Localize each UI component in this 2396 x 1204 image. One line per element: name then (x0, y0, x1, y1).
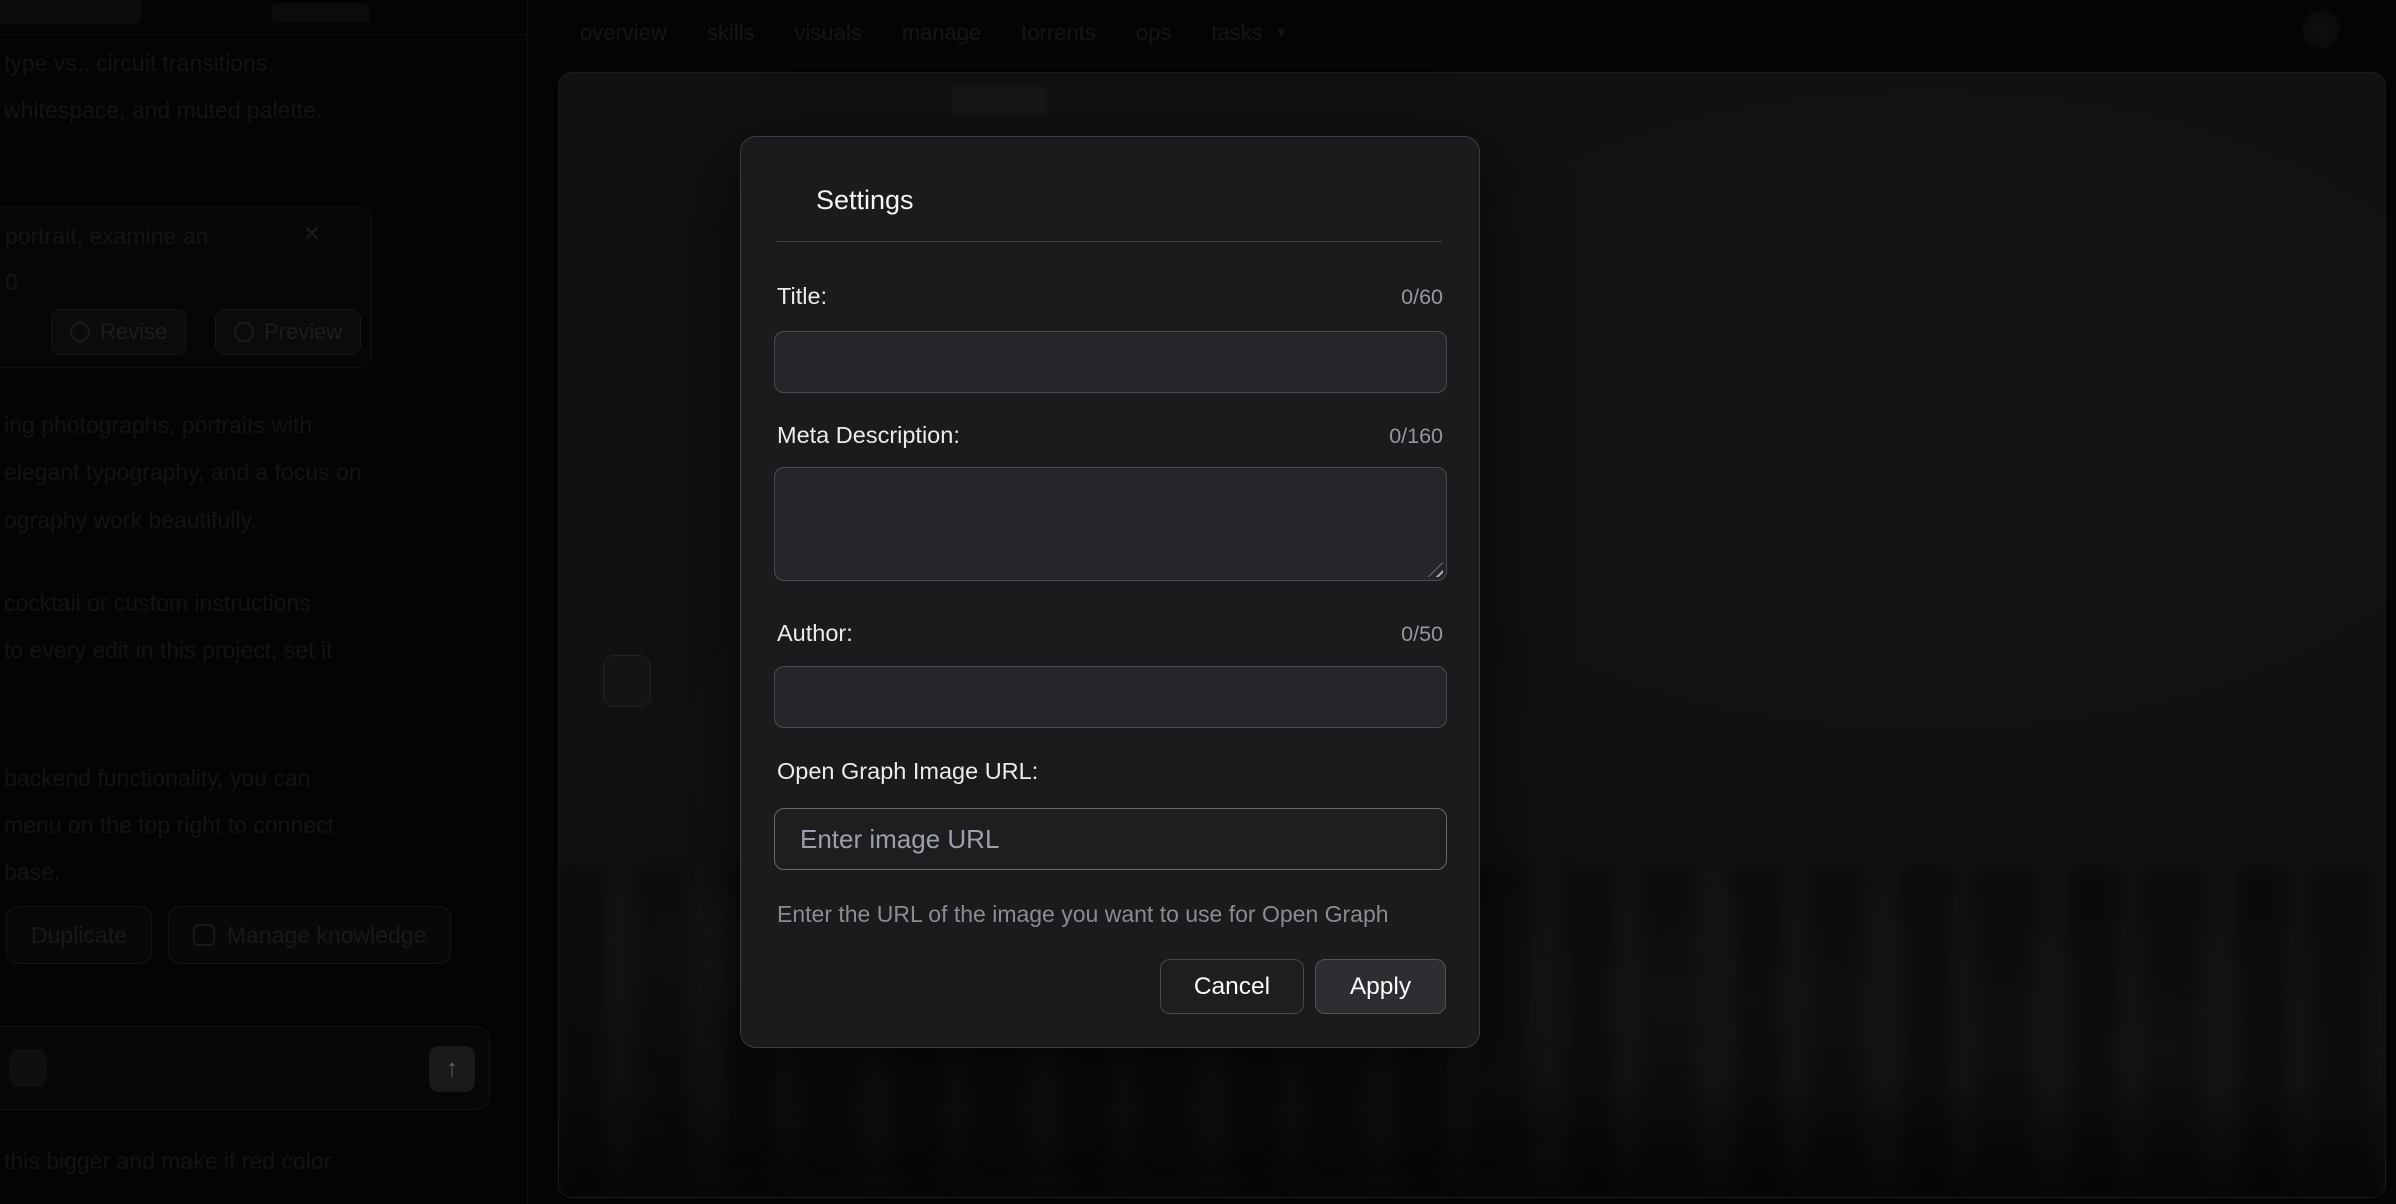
meta-description-label-row: Meta Description: 0/160 (777, 422, 1443, 449)
title-input[interactable] (774, 331, 1447, 393)
meta-description-char-counter: 0/160 (1389, 424, 1443, 449)
modal-button-row: Cancel Apply (1160, 959, 1446, 1014)
og-image-url-input[interactable] (774, 808, 1447, 870)
cancel-button[interactable]: Cancel (1160, 959, 1304, 1014)
title-label: Title: (777, 283, 827, 310)
settings-modal: Settings Title: 0/60 Meta Description: 0… (740, 136, 1480, 1048)
title-label-row: Title: 0/60 (777, 283, 1443, 310)
og-image-url-label: Open Graph Image URL: (777, 758, 1038, 785)
meta-description-wrap (774, 467, 1447, 581)
divider (777, 241, 1442, 242)
og-helper-text: Enter the URL of the image you want to u… (777, 901, 1389, 928)
apply-button[interactable]: Apply (1315, 959, 1446, 1014)
app-root: overview skills visuals manage torrents … (0, 0, 2396, 1204)
title-char-counter: 0/60 (1401, 285, 1443, 310)
author-input[interactable] (774, 666, 1447, 728)
modal-title: Settings (816, 185, 914, 216)
author-char-counter: 0/50 (1401, 622, 1443, 647)
meta-description-label: Meta Description: (777, 422, 960, 449)
og-label-row: Open Graph Image URL: (777, 758, 1443, 785)
author-label-row: Author: 0/50 (777, 620, 1443, 647)
author-label: Author: (777, 620, 853, 647)
meta-description-textarea[interactable] (774, 467, 1447, 581)
